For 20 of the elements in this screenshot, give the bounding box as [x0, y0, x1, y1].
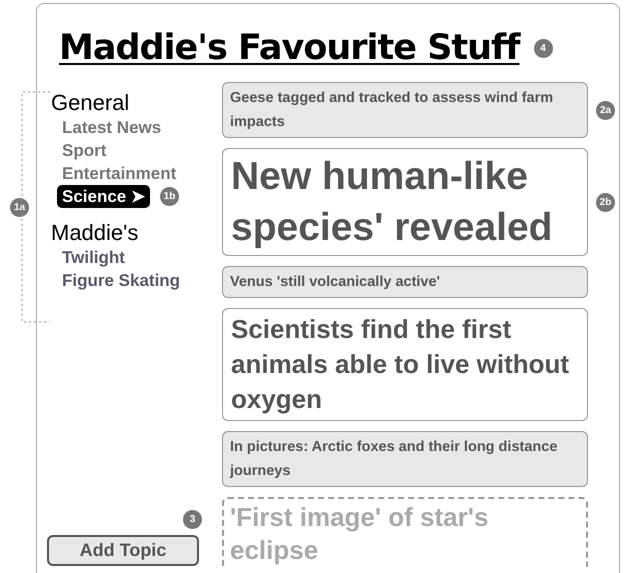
headline-card[interactable]: Geese tagged and tracked to assess wind farm impacts [222, 82, 588, 138]
headline-card[interactable]: New human-like species' revealed [222, 148, 588, 256]
annotation-badge: 2a [596, 100, 615, 120]
annotation-badge: 2b [596, 192, 615, 212]
page-title: Maddie's Favourite Stuff [59, 27, 520, 70]
nav-item[interactable]: Science ➤ [57, 185, 150, 208]
annotation-badge: 1b [160, 187, 179, 206]
headline-card[interactable]: In pictures: Arctic foxes and their long distance journeys [222, 431, 588, 487]
nav-item[interactable]: Latest News [62, 116, 162, 139]
annotation-badge: 3 [183, 510, 202, 529]
nav-item[interactable]: Twilight [62, 246, 125, 269]
nav-item[interactable]: Sport [62, 139, 106, 162]
headline-card[interactable]: Scientists find the first animals able to live without oxygen [222, 308, 588, 421]
add-topic-button[interactable]: Add Topic [47, 535, 199, 566]
nav-heading: General [51, 90, 130, 116]
annotation-badge: 4 [534, 38, 552, 58]
nav-item[interactable]: Figure Skating [62, 269, 180, 292]
headline-card[interactable]: Venus 'still volcanically active' [222, 266, 588, 298]
nav-heading: Maddie's [51, 220, 140, 246]
nav-item[interactable]: Entertainment [62, 162, 176, 185]
